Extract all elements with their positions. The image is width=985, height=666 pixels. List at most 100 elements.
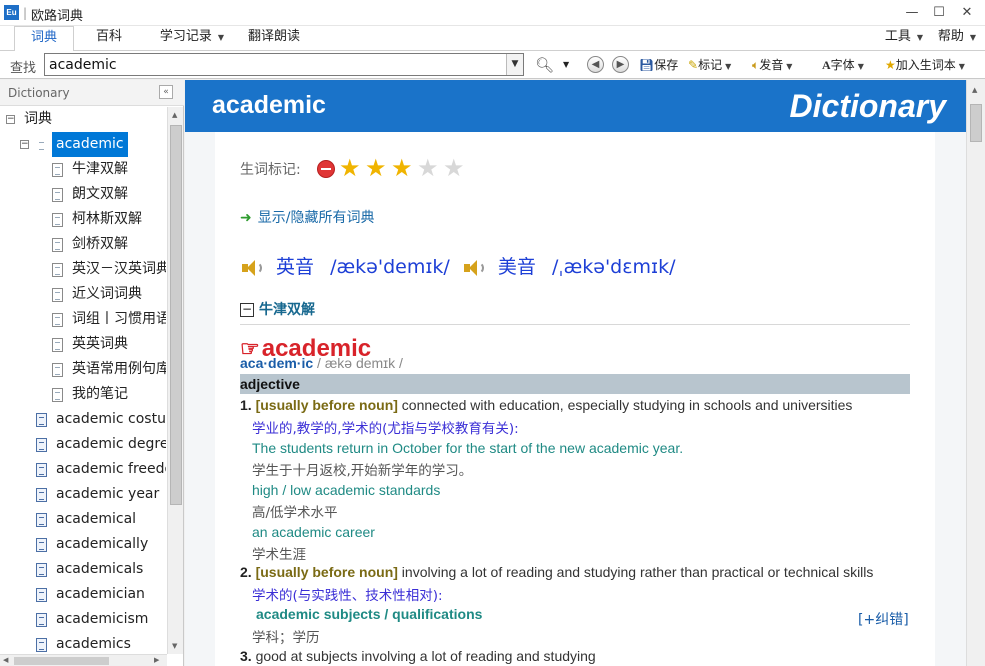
clear-mark-icon[interactable] <box>317 160 335 178</box>
definition-zh: 学业的,教学的,学术的(尤指与学校教育有关): <box>252 421 519 437</box>
search-history-dropdown[interactable]: ▼ <box>506 54 523 75</box>
chevron-down-icon: ▼ <box>857 62 864 71</box>
scroll-down-icon[interactable]: ▼ <box>172 642 177 650</box>
tree-root-dictionaries[interactable]: − 词典 <box>0 107 166 132</box>
word-entry-icon <box>36 638 47 652</box>
star-icon[interactable]: ★ <box>339 156 361 180</box>
tab-dictionary[interactable]: 词典 <box>14 26 74 52</box>
tree-word-item[interactable]: academic degree <box>0 432 166 457</box>
collocation-zh: 学科；学历 <box>252 626 320 646</box>
report-error-link[interactable]: [+纠错] <box>858 609 909 629</box>
tree-label: academic costume <box>56 411 166 427</box>
syllab-ipa: / ækə demɪk / <box>313 355 403 371</box>
scroll-up-icon[interactable]: ▲ <box>972 86 977 94</box>
scroll-up-icon[interactable]: ▲ <box>172 111 177 119</box>
tree-dict-item[interactable]: 牛津双解 <box>0 157 166 182</box>
tree-label: 英语常用例句库 <box>72 361 166 377</box>
tree-dict-item[interactable]: 朗文双解 <box>0 182 166 207</box>
help-label: 帮助 <box>937 29 964 44</box>
back-icon[interactable]: ◀ <box>587 56 604 73</box>
font-button[interactable]: A字体 ▼ <box>822 55 864 75</box>
tree-word-item[interactable]: academical <box>0 507 166 532</box>
sidebar-hscroll-thumb[interactable] <box>14 657 109 665</box>
oxford-section-header[interactable]: − 牛津双解 <box>240 299 315 319</box>
tree-label: academic year <box>56 486 160 502</box>
collapse-node-icon[interactable]: − <box>20 140 29 149</box>
tree-word-item[interactable]: academic costume <box>0 407 166 432</box>
word-entry-icon <box>36 463 47 477</box>
tree-word-item[interactable]: academics <box>0 632 166 654</box>
tree-word-item[interactable]: academically <box>0 532 166 557</box>
tools-menu[interactable]: 工具 ▼ <box>880 26 928 51</box>
tree-dict-item[interactable]: 英英词典 <box>0 332 166 357</box>
help-menu[interactable]: 帮助 ▼ <box>932 26 982 51</box>
star-icon[interactable]: ★ <box>391 156 413 180</box>
dictionary-sidebar: Dictionary « − 词典 − academic 牛津双解 朗文双解 柯… <box>0 80 184 666</box>
star-icon[interactable]: ★ <box>365 156 387 180</box>
tree-dict-item[interactable]: 柯林斯双解 <box>0 207 166 232</box>
tab-study-record[interactable]: 学习记录 ▼ <box>152 26 232 51</box>
add-wordbook-button[interactable]: ★加入生词本 ▼ <box>885 55 965 75</box>
tree-word-item[interactable]: academic freedom <box>0 457 166 482</box>
close-button[interactable]: ✕ <box>957 3 977 23</box>
scroll-left-icon[interactable]: ◀ <box>3 656 8 664</box>
chevron-down-icon[interactable]: ▼ <box>563 55 569 75</box>
tree-dict-item[interactable]: 剑桥双解 <box>0 232 166 257</box>
sidebar-scroll-thumb[interactable] <box>170 125 182 505</box>
scroll-right-icon[interactable]: ▶ <box>154 656 159 664</box>
tree-word-item[interactable]: academicism <box>0 607 166 632</box>
maximize-button[interactable]: ☐ <box>929 3 949 23</box>
content-vertical-scrollbar[interactable]: ▲ <box>966 80 985 666</box>
tab-translate-read[interactable]: 翻译朗读 <box>240 26 308 51</box>
word-entry-icon <box>36 613 47 627</box>
collapse-section-icon[interactable]: − <box>240 303 254 317</box>
tab-encyclopedia[interactable]: 百科 <box>82 26 136 51</box>
sense-number: 2. <box>240 564 252 580</box>
mark-button[interactable]: ✎标记 ▼ <box>688 55 731 75</box>
sidebar-horizontal-scrollbar[interactable]: ◀ ▶ <box>0 654 167 666</box>
star-empty-icon[interactable]: ★ <box>417 156 439 180</box>
tree-dict-item[interactable]: 我的笔记 <box>0 382 166 407</box>
collapse-node-icon[interactable]: − <box>6 115 15 124</box>
tree-word-item[interactable]: academicals <box>0 557 166 582</box>
tree-word-item[interactable]: academic year <box>0 482 166 507</box>
collapse-sidebar-icon[interactable]: « <box>159 85 173 99</box>
highlighter-icon: ✎ <box>688 58 699 72</box>
uk-label: 英音 <box>276 256 315 278</box>
tree-entry-academic[interactable]: − academic <box>0 132 166 157</box>
speak-button[interactable]: 🔈︎发音 ▼ <box>752 55 792 75</box>
word-entry-icon <box>36 563 47 577</box>
window-title: 欧路词典 <box>31 9 84 24</box>
search-input[interactable] <box>45 54 505 75</box>
chevron-down-icon: ▼ <box>958 62 965 71</box>
chevron-down-icon: ▼ <box>786 62 793 71</box>
sense-2-zh: 学术的(与实践性、技术性相对): <box>252 584 443 604</box>
sidebar-vertical-scrollbar[interactable]: ▲ ▼ <box>167 107 183 654</box>
tree-label: 近义词词典 <box>72 286 142 302</box>
menu-bar: 词典 百科 学习记录 ▼ 翻译朗读 工具 ▼ 帮助 ▼ <box>0 26 985 52</box>
tree-dict-item[interactable]: 近义词词典 <box>0 282 166 307</box>
tree-dict-item[interactable]: 英汉－汉英词典 <box>0 257 166 282</box>
tree-label: 柯林斯双解 <box>72 211 142 227</box>
sense-1-definition: 1. [usually before noun] connected with … <box>240 397 852 413</box>
minimize-button[interactable]: — <box>902 3 922 23</box>
tree-word-item[interactable]: academician <box>0 582 166 607</box>
speaker-icon[interactable] <box>240 258 264 278</box>
tree-dict-item[interactable]: 英语常用例句库 <box>0 357 166 382</box>
word-entry-icon <box>36 513 47 527</box>
forward-icon[interactable]: ▶ <box>612 56 629 73</box>
word-entry-icon <box>36 438 47 452</box>
save-button[interactable]: 💾︎保存 <box>639 55 678 75</box>
toggle-all-dictionaries-link[interactable]: ➜ 显示/隐藏所有词典 <box>240 207 374 227</box>
star-empty-icon[interactable]: ★ <box>443 156 465 180</box>
tools-label: 工具 <box>884 29 911 44</box>
title-separator: | <box>23 6 28 20</box>
tree-label: 我的笔记 <box>72 386 128 402</box>
word-entry-icon <box>36 413 47 427</box>
tree-dict-item[interactable]: 词组丨习惯用语 <box>0 307 166 332</box>
tree-label: 朗文双解 <box>72 186 128 202</box>
content-scroll-thumb[interactable] <box>970 104 982 142</box>
mark-label: 标记 <box>698 58 723 72</box>
search-icon[interactable]: 🔍︎ <box>535 55 554 75</box>
speaker-icon[interactable] <box>462 258 486 278</box>
